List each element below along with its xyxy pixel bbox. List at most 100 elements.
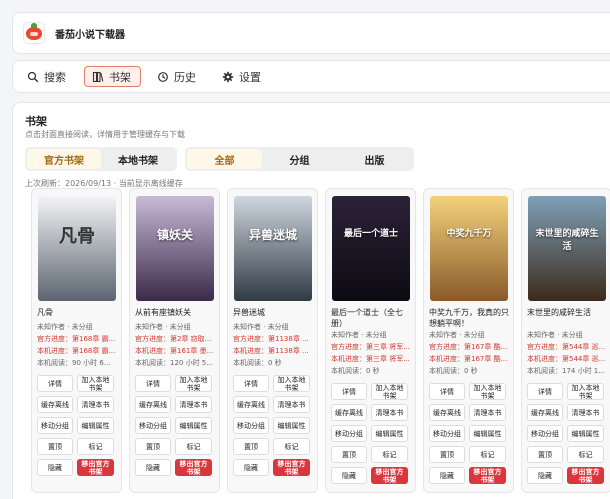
move-group-button[interactable]: 移动分组 [135, 417, 171, 434]
pin-top-button[interactable]: 置顶 [527, 446, 563, 463]
add-local-shelf-button-label-1: 加入本地 [277, 375, 306, 384]
remove-official-shelf-button-label-2: 书架 [382, 475, 397, 484]
book-cover[interactable]: 最后一个道士 [332, 196, 410, 301]
hide-button[interactable]: 隐藏 [429, 467, 465, 484]
official-progress: 官方进度：第544章 巡... [527, 343, 606, 351]
tab-official-shelf[interactable]: 官方书架 [27, 149, 101, 169]
mark-button[interactable]: 标记 [273, 438, 310, 455]
mark-button[interactable]: 标记 [77, 438, 114, 455]
edit-attributes-button[interactable]: 编辑属性 [175, 417, 212, 434]
cache-offline-button[interactable]: 缓存离线 [331, 404, 367, 421]
move-group-button[interactable]: 移动分组 [37, 417, 73, 434]
book-cover[interactable]: 末世里的咸碎生活 [528, 196, 606, 301]
clear-book-button[interactable]: 清理本书 [273, 396, 310, 413]
pin-top-button[interactable]: 置顶 [429, 446, 465, 463]
add-local-shelf-button-label-2: 书架 [186, 383, 201, 392]
pin-top-button[interactable]: 置顶 [233, 438, 269, 455]
move-group-button[interactable]: 移动分组 [233, 417, 269, 434]
pin-top-button[interactable]: 置顶 [37, 438, 73, 455]
pin-top-button[interactable]: 置顶 [331, 446, 367, 463]
add-local-shelf-button[interactable]: 加入本地 书架 [273, 375, 310, 392]
detail-button[interactable]: 详情 [135, 375, 171, 392]
mark-button[interactable]: 标记 [469, 446, 506, 463]
local-progress: 本机进度：第1138章 ... [233, 347, 309, 355]
book-cover[interactable]: 镇妖关 [136, 196, 214, 301]
add-local-shelf-button-label-1: 加入本地 [571, 383, 600, 392]
remove-official-shelf-button[interactable]: 移出官方 书架 [273, 459, 310, 476]
book-title: 异兽迷城 [233, 308, 265, 317]
add-local-shelf-button[interactable]: 加入本地 书架 [175, 375, 212, 392]
shelf-source-switch: 官方书架 本地书架 [25, 147, 177, 171]
book-card: 最后一个道士 最后一个道士（全七册） 未知作者 · 未分组 官方进度：第三章 将军..… [325, 188, 416, 493]
hide-button[interactable]: 隐藏 [135, 459, 171, 476]
clear-book-button[interactable]: 清理本书 [175, 396, 212, 413]
book-cover[interactable]: 凡骨 [38, 196, 116, 301]
cache-offline-button[interactable]: 缓存离线 [135, 396, 171, 413]
filter-all[interactable]: 全部 [187, 149, 262, 169]
page-subtitle: 点击封面直接阅读，详情用于管理缓存与下载 [25, 130, 185, 139]
detail-button[interactable]: 详情 [331, 383, 367, 400]
add-local-shelf-button[interactable]: 加入本地 书架 [567, 383, 604, 400]
cache-offline-button[interactable]: 缓存离线 [233, 396, 269, 413]
book-cover[interactable]: 中奖九千万 [430, 196, 508, 301]
remove-official-shelf-button[interactable]: 移出官方 书架 [469, 467, 506, 484]
filter-published[interactable]: 出版 [337, 149, 412, 169]
add-local-shelf-button-label-2: 书架 [284, 383, 299, 392]
tab-search[interactable]: 搜索 [19, 66, 76, 87]
cache-offline-button[interactable]: 缓存离线 [37, 396, 73, 413]
book-actions: 详情 加入本地 书架 缓存离线 清理本书 移动分组 编辑属性 置顶 标记 隐藏 移出官方 书架 [135, 375, 217, 476]
clear-book-button[interactable]: 清理本书 [469, 404, 506, 421]
move-group-button[interactable]: 移动分组 [331, 425, 367, 442]
detail-button[interactable]: 详情 [233, 375, 269, 392]
book-actions: 详情 加入本地 书架 缓存离线 清理本书 移动分组 编辑属性 置顶 标记 隐藏 移出官方 书架 [331, 383, 413, 484]
hide-button[interactable]: 隐藏 [233, 459, 269, 476]
edit-attributes-button[interactable]: 编辑属性 [371, 425, 408, 442]
hide-button[interactable]: 隐藏 [331, 467, 367, 484]
remove-official-shelf-button[interactable]: 移出官方 书架 [371, 467, 408, 484]
clear-book-button[interactable]: 清理本书 [371, 404, 408, 421]
book-title: 末世里的咸碎生活 [527, 308, 591, 317]
tab-settings[interactable]: 设置 [214, 66, 271, 87]
clear-book-button[interactable]: 清理本书 [567, 404, 604, 421]
move-group-button[interactable]: 移动分组 [527, 425, 563, 442]
cache-offline-button[interactable]: 缓存离线 [429, 404, 465, 421]
remove-official-shelf-button[interactable]: 移出官方 书架 [77, 459, 114, 476]
add-local-shelf-button-label-1: 加入本地 [473, 383, 502, 392]
edit-attributes-button[interactable]: 编辑属性 [77, 417, 114, 434]
detail-button[interactable]: 详情 [527, 383, 563, 400]
cover-title-art: 末世里的咸碎生活 [535, 229, 599, 252]
move-group-button[interactable]: 移动分组 [429, 425, 465, 442]
filter-group[interactable]: 分组 [262, 149, 337, 169]
mark-button[interactable]: 标记 [175, 438, 212, 455]
bookshelf-panel: 书架 点击封面直接阅读，详情用于管理缓存与下载 官方书架 本地书架 全部 分组 … [12, 102, 610, 499]
edit-attributes-button[interactable]: 编辑属性 [273, 417, 310, 434]
tab-local-shelf[interactable]: 本地书架 [101, 149, 175, 169]
remove-official-shelf-button-label-2: 书架 [578, 475, 593, 484]
add-local-shelf-button-label-2: 书架 [578, 391, 593, 400]
add-local-shelf-button[interactable]: 加入本地 书架 [77, 375, 114, 392]
reading-time: 本机阅读：0 秒 [429, 367, 478, 375]
hide-button[interactable]: 隐藏 [37, 459, 73, 476]
edit-attributes-button[interactable]: 编辑属性 [567, 425, 604, 442]
book-author-group: 未知作者 · 未分组 [233, 323, 289, 331]
book-card: 镇妖关 从前有座镇妖关 未知作者 · 未分组 官方进度：第2章 窃取... 本机进度：第… [129, 188, 220, 493]
remove-official-shelf-button[interactable]: 移出官方 书架 [175, 459, 212, 476]
cache-offline-button[interactable]: 缓存离线 [527, 404, 563, 421]
add-local-shelf-button[interactable]: 加入本地 书架 [371, 383, 408, 400]
cover-title-art: 凡骨 [59, 226, 95, 247]
hide-button[interactable]: 隐藏 [527, 467, 563, 484]
remove-official-shelf-button[interactable]: 移出官方 书架 [567, 467, 604, 484]
add-local-shelf-button[interactable]: 加入本地 书架 [469, 383, 506, 400]
tab-bookshelf[interactable]: 书架 [84, 66, 141, 87]
book-author-group: 未知作者 · 未分组 [331, 331, 387, 339]
detail-button[interactable]: 详情 [429, 383, 465, 400]
remove-official-shelf-button-label-1: 移出官方 [179, 459, 208, 468]
mark-button[interactable]: 标记 [567, 446, 604, 463]
pin-top-button[interactable]: 置顶 [135, 438, 171, 455]
tab-history[interactable]: 历史 [149, 66, 206, 87]
mark-button[interactable]: 标记 [371, 446, 408, 463]
detail-button[interactable]: 详情 [37, 375, 73, 392]
book-cover[interactable]: 异兽迷城 [234, 196, 312, 301]
edit-attributes-button[interactable]: 编辑属性 [469, 425, 506, 442]
clear-book-button[interactable]: 清理本书 [77, 396, 114, 413]
